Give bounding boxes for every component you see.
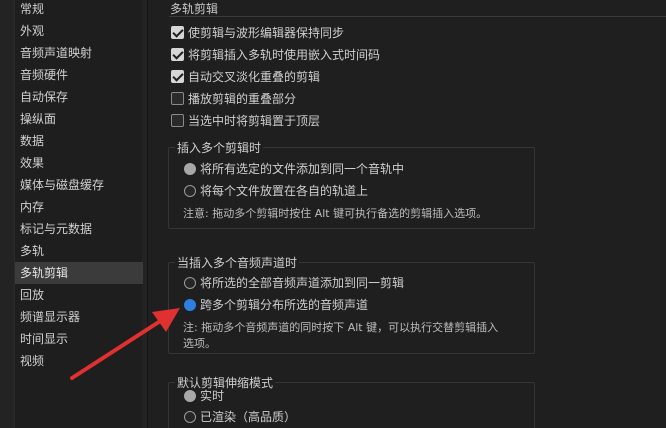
- sidebar-item-control-surface[interactable]: 操纵面: [15, 108, 143, 130]
- insert-multiple-note: 注意: 拖动多个剪辑时按住 Alt 键可执行备选的剪辑插入选项。: [183, 207, 488, 220]
- group-title: 默认剪辑伸缩模式: [175, 374, 276, 391]
- checkbox-checked-icon[interactable]: [171, 48, 184, 61]
- sidebar-item-audio-channel-mapping[interactable]: 音频声道映射: [15, 42, 143, 64]
- insert-channels-note-line2: 选项。: [183, 337, 216, 350]
- sidebar-item-playback[interactable]: 回放: [15, 284, 143, 306]
- radio-selected-icon[interactable]: [184, 299, 196, 311]
- checkbox-label: 播放剪辑的重叠部分: [188, 92, 297, 106]
- radio-label: 跨多个剪辑分布所选的音频声道: [200, 298, 369, 312]
- checkbox-checked-icon[interactable]: [171, 70, 184, 83]
- group-title: 插入多个剪辑时: [175, 139, 264, 156]
- checkbox-unchecked-icon[interactable]: [171, 114, 184, 127]
- section-title: 多轨剪辑: [170, 2, 219, 16]
- sidebar-item-multitrack-clips[interactable]: 多轨剪辑: [15, 262, 143, 284]
- sidebar-item-spectral-display[interactable]: 频谱显示器: [15, 306, 143, 328]
- settings-panel: 多轨剪辑 使剪辑与波形编辑器保持同步 将剪辑插入多轨时使用嵌入式时间码 自动交叉…: [149, 0, 666, 428]
- sidebar-item-effects[interactable]: 效果: [15, 152, 143, 174]
- preferences-sidebar: 常规 外观 音频声道映射 音频硬件 自动保存 操纵面 数据 效果 媒体与磁盘缓存…: [0, 0, 148, 428]
- radio-selected-icon[interactable]: [184, 163, 196, 175]
- checkbox-label: 当选中时将剪辑置于顶层: [188, 114, 321, 128]
- radio-label: 将所选的全部音频声道添加到同一剪辑: [200, 276, 405, 290]
- sidebar-item-multitrack[interactable]: 多轨: [15, 240, 143, 262]
- radio-unselected-icon[interactable]: [184, 277, 196, 289]
- sidebar-item-appearance[interactable]: 外观: [15, 20, 143, 42]
- sidebar-item-markers-metadata[interactable]: 标记与元数据: [15, 218, 143, 240]
- checkbox-checked-icon[interactable]: [171, 26, 184, 39]
- sidebar-item-time-display[interactable]: 时间显示: [15, 328, 143, 350]
- radio-label: 已渲染（高品质）: [200, 410, 297, 424]
- insert-channels-note-line1: 注: 拖动多个音频声道的同时按下 Alt 键，可以执行交替剪辑插入: [183, 321, 499, 334]
- sidebar-item-audio-hardware[interactable]: 音频硬件: [15, 64, 143, 86]
- group-title: 当插入多个音频声道时: [175, 254, 300, 271]
- sidebar-item-auto-save[interactable]: 自动保存: [15, 86, 143, 108]
- sidebar-item-general[interactable]: 常规: [15, 0, 143, 20]
- section-divider: [169, 16, 666, 17]
- radio-label: 实时: [200, 389, 225, 403]
- checkbox-label: 使剪辑与波形编辑器保持同步: [188, 26, 345, 40]
- sidebar-item-data[interactable]: 数据: [15, 130, 143, 152]
- sidebar-item-memory[interactable]: 内存: [15, 196, 143, 218]
- sidebar-item-media-cache[interactable]: 媒体与磁盘缓存: [15, 174, 143, 196]
- sidebar-item-video[interactable]: 视频: [15, 350, 143, 372]
- radio-unselected-icon[interactable]: [184, 411, 196, 423]
- category-list: 常规 外观 音频声道映射 音频硬件 自动保存 操纵面 数据 效果 媒体与磁盘缓存…: [14, 0, 143, 428]
- checkbox-unchecked-icon[interactable]: [171, 92, 184, 105]
- checkbox-label: 将剪辑插入多轨时使用嵌入式时间码: [188, 48, 381, 62]
- radio-unselected-icon[interactable]: [184, 185, 196, 197]
- radio-label: 将每个文件放置在各自的轨道上: [200, 184, 369, 198]
- checkbox-label: 自动交叉淡化重叠的剪辑: [188, 70, 321, 84]
- radio-selected-icon[interactable]: [184, 390, 196, 402]
- radio-label: 将所有选定的文件添加到同一个音轨中: [200, 162, 405, 176]
